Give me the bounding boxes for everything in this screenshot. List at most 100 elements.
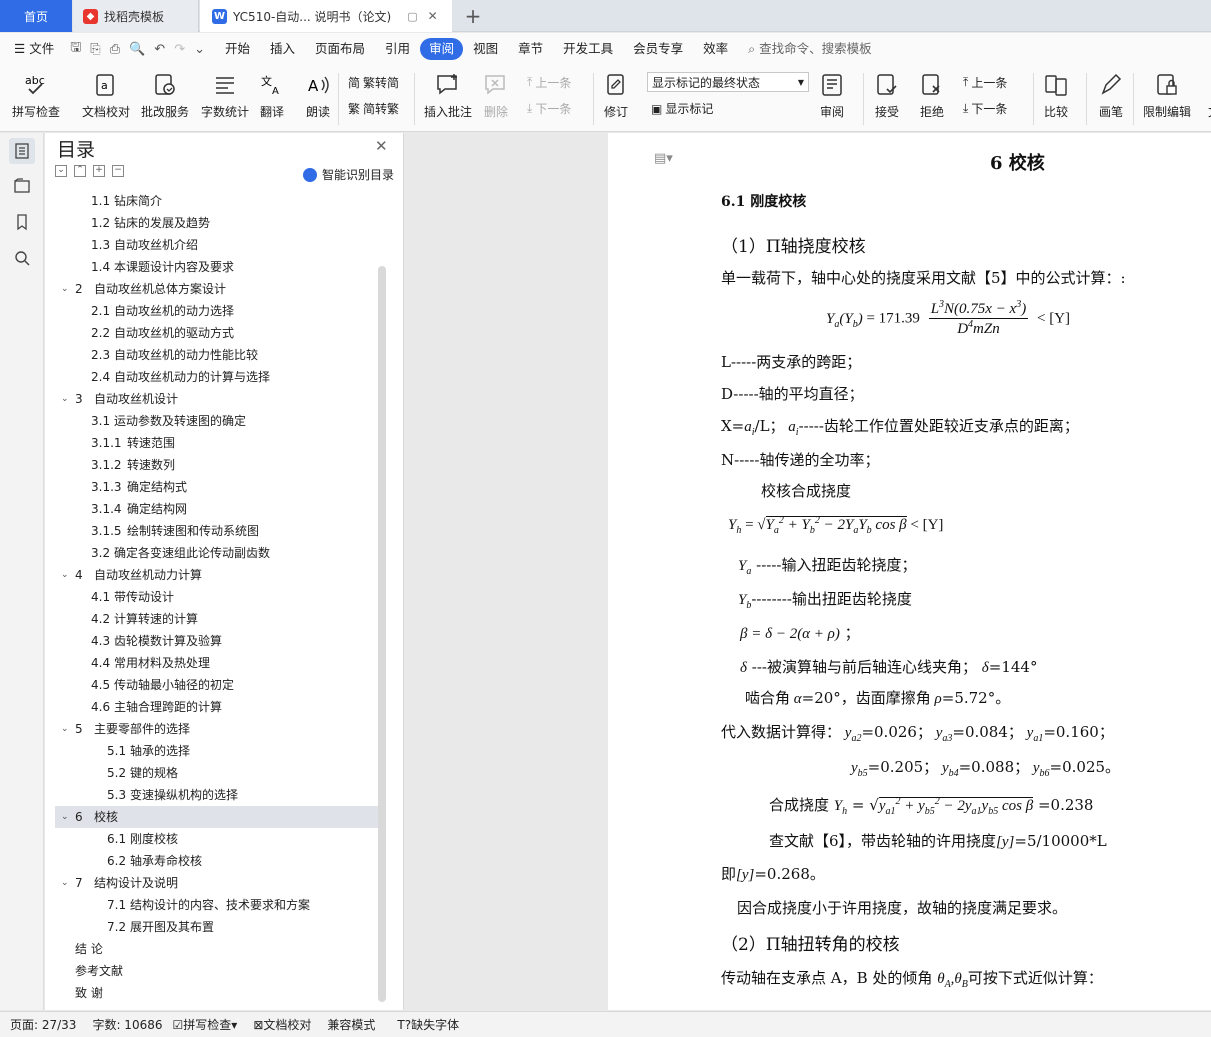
toc-item[interactable]: 7.1 结构设计的内容、技术要求和方案 (55, 894, 380, 916)
toc-item[interactable]: 3.1.1 转速范围 (55, 432, 380, 454)
tab-window-icon[interactable]: ▢ (407, 10, 417, 23)
doc-proof-status[interactable]: ⊠ 文档校对 (253, 1016, 311, 1033)
menu-tab-review[interactable]: 审阅 (420, 38, 464, 60)
customize-icon[interactable]: ⌄ (194, 42, 205, 57)
toc-item[interactable]: 6.1 刚度校核 (55, 828, 380, 850)
menu-tab-view[interactable]: 视图 (463, 38, 508, 60)
print-icon[interactable]: ⎙ (110, 42, 120, 57)
command-search[interactable]: ⌕ 查找命令、搜索模板 (738, 38, 882, 60)
menu-tab-member[interactable]: 会员专享 (623, 38, 693, 60)
add-heading-icon[interactable]: + (93, 165, 105, 177)
doc-proof-button[interactable]: a 文档校对 (82, 69, 130, 120)
reject-button[interactable]: 拒绝 (918, 69, 946, 120)
spell-check-status[interactable]: ☑ 拼写检查 ▾ (173, 1016, 238, 1033)
toc-scrollbar[interactable] (378, 266, 386, 1002)
toc-item[interactable]: 4.5 传动轴最小轴径的初定 (55, 674, 380, 696)
prev-comment-button[interactable]: ⤒ 上一条 (527, 74, 571, 91)
toc-item[interactable]: ⌄ 5 主要零部件的选择 (55, 718, 380, 740)
smart-toc-button[interactable]: 智能识别目录 (303, 166, 394, 183)
remove-heading-icon[interactable]: − (112, 165, 124, 177)
menu-tab-developer[interactable]: 开发工具 (553, 38, 623, 60)
toc-item[interactable]: 1.4 本课题设计内容及要求 (55, 256, 380, 278)
toc-item[interactable]: 5.2 键的规格 (55, 762, 380, 784)
missing-font-status[interactable]: T? 缺失字体 (397, 1016, 459, 1033)
toc-item[interactable]: 参考文献 (55, 960, 380, 982)
markup-mode-select[interactable]: 显示标记的最终状态 ▼ (647, 72, 809, 92)
menu-tab-start[interactable]: 开始 (215, 38, 260, 60)
restrict-edit-button[interactable]: 限制编辑 (1143, 69, 1191, 120)
doc-menu-icon[interactable]: ▤▾ (654, 151, 673, 166)
undo-icon[interactable]: ↶ (154, 42, 165, 57)
toc-item[interactable]: 4.2 计算转速的计算 (55, 608, 380, 630)
toc-item[interactable]: 2.2 自动攻丝机的驱动方式 (55, 322, 380, 344)
compare-button[interactable]: 比较 (1042, 69, 1070, 120)
chevron-down-icon[interactable]: ⌄ (61, 564, 71, 586)
next-change-button[interactable]: ⤓ 下一条 (963, 100, 1007, 117)
print-preview-icon[interactable]: 🔍 (129, 42, 145, 57)
word-count-button[interactable]: 字数统计 (201, 69, 249, 120)
toc-item[interactable]: ⌄ 3 自动攻丝机设计 (55, 388, 380, 410)
word-count[interactable]: 字数: 10686 (92, 1016, 162, 1033)
delete-comment-button[interactable]: 删除 (482, 69, 510, 120)
toc-item[interactable]: 3.2 确定各变速组此论传动副齿数 (55, 542, 380, 564)
expand-up-icon[interactable]: ⌃ (74, 165, 86, 177)
menu-tab-chapter[interactable]: 章节 (508, 38, 553, 60)
toc-item[interactable]: 7.2 展开图及其布置 (55, 916, 380, 938)
chevron-down-icon[interactable]: ⌄ (61, 806, 71, 828)
batch-service-button[interactable]: 批改服务 (141, 69, 189, 120)
toc-item[interactable]: 4.4 常用材料及热处理 (55, 652, 380, 674)
page-indicator[interactable]: 页面: 27/33 (10, 1016, 76, 1033)
toc-item[interactable]: ⌄ 7 结构设计及说明 (55, 872, 380, 894)
toc-item[interactable]: 6.2 轴承寿命校核 (55, 850, 380, 872)
spell-check-button[interactable]: abc 拼写检查 (12, 69, 60, 120)
new-tab-icon[interactable]: + (462, 0, 484, 32)
doc-more-button[interactable]: 文 (1200, 69, 1211, 120)
file-menu[interactable]: ☰ 文件 (0, 38, 64, 60)
toc-item[interactable]: 4.3 齿轮模数计算及验算 (55, 630, 380, 652)
toc-item[interactable]: 1.2 钻床的发展及趋势 (55, 212, 380, 234)
menu-tab-layout[interactable]: 页面布局 (305, 38, 375, 60)
find-icon[interactable] (9, 245, 35, 271)
toc-item[interactable]: ⌄ 2 自动攻丝机总体方案设计 (55, 278, 380, 300)
toc-item[interactable]: 3.1.2 转速数列 (55, 454, 380, 476)
collapse-all-icon[interactable]: ⌄ (55, 165, 67, 177)
toc-item[interactable]: 致 谢 (55, 982, 380, 1004)
toc-pane-icon[interactable] (9, 138, 35, 164)
bookmark-icon[interactable] (9, 209, 35, 235)
next-comment-button[interactable]: ⤓ 下一条 (527, 100, 571, 117)
save-icon[interactable]: 🖫 (70, 38, 81, 60)
simp-to-trad-button[interactable]: 繁简转繁 (348, 100, 399, 117)
chevron-down-icon[interactable]: ⌄ (61, 718, 71, 740)
toc-item[interactable]: ⌄ 6 校核 (55, 806, 380, 828)
toc-item[interactable]: 3.1.3 确定结构式 (55, 476, 380, 498)
toc-item[interactable]: 3.1.4 确定结构网 (55, 498, 380, 520)
toc-item[interactable]: 2.4 自动攻丝机动力的计算与选择 (55, 366, 380, 388)
toc-item[interactable]: 2.3 自动攻丝机的动力性能比较 (55, 344, 380, 366)
chevron-down-icon[interactable]: ⌄ (61, 872, 71, 894)
toc-item[interactable]: 5.1 轴承的选择 (55, 740, 380, 762)
toc-item[interactable]: 结 论 (55, 938, 380, 960)
toc-item[interactable]: 1.1 钻床简介 (55, 190, 380, 212)
toc-item[interactable]: 3.1 运动参数及转速图的确定 (55, 410, 380, 432)
tab-template[interactable]: ◆ 找稻壳模板 (73, 0, 199, 32)
toc-item[interactable]: 3.1.5 绘制转速图和传动系统图 (55, 520, 380, 542)
toc-item[interactable]: ⌄ 4 自动攻丝机动力计算 (55, 564, 380, 586)
toc-item[interactable]: 5.3 变速操纵机构的选择 (55, 784, 380, 806)
toc-item[interactable]: 1.3 自动攻丝机介绍 (55, 234, 380, 256)
toc-item[interactable]: 4.1 带传动设计 (55, 586, 380, 608)
tab-document[interactable]: W YC510-自动... 说明书（论文) ▢ ✕ (200, 0, 452, 32)
chapter-nav-icon[interactable] (9, 173, 35, 199)
chevron-down-icon[interactable]: ⌄ (61, 388, 71, 410)
menu-tab-reference[interactable]: 引用 (375, 38, 420, 60)
trad-to-simp-button[interactable]: 简繁转简 (348, 74, 399, 91)
track-changes-button[interactable]: 修订 (602, 69, 630, 120)
menu-tab-insert[interactable]: 插入 (260, 38, 305, 60)
read-aloud-button[interactable]: A 朗读 (304, 69, 332, 120)
insert-comment-button[interactable]: 插入批注 (424, 69, 472, 120)
tab-close-icon[interactable]: ✕ (428, 9, 438, 23)
redo-icon[interactable]: ↷ (174, 42, 185, 57)
prev-change-button[interactable]: ⤒ 上一条 (963, 74, 1007, 91)
review-pane-button[interactable]: 审阅 (818, 69, 846, 120)
accept-button[interactable]: 接受 (873, 69, 901, 120)
tab-home[interactable]: 首页 (0, 0, 72, 32)
